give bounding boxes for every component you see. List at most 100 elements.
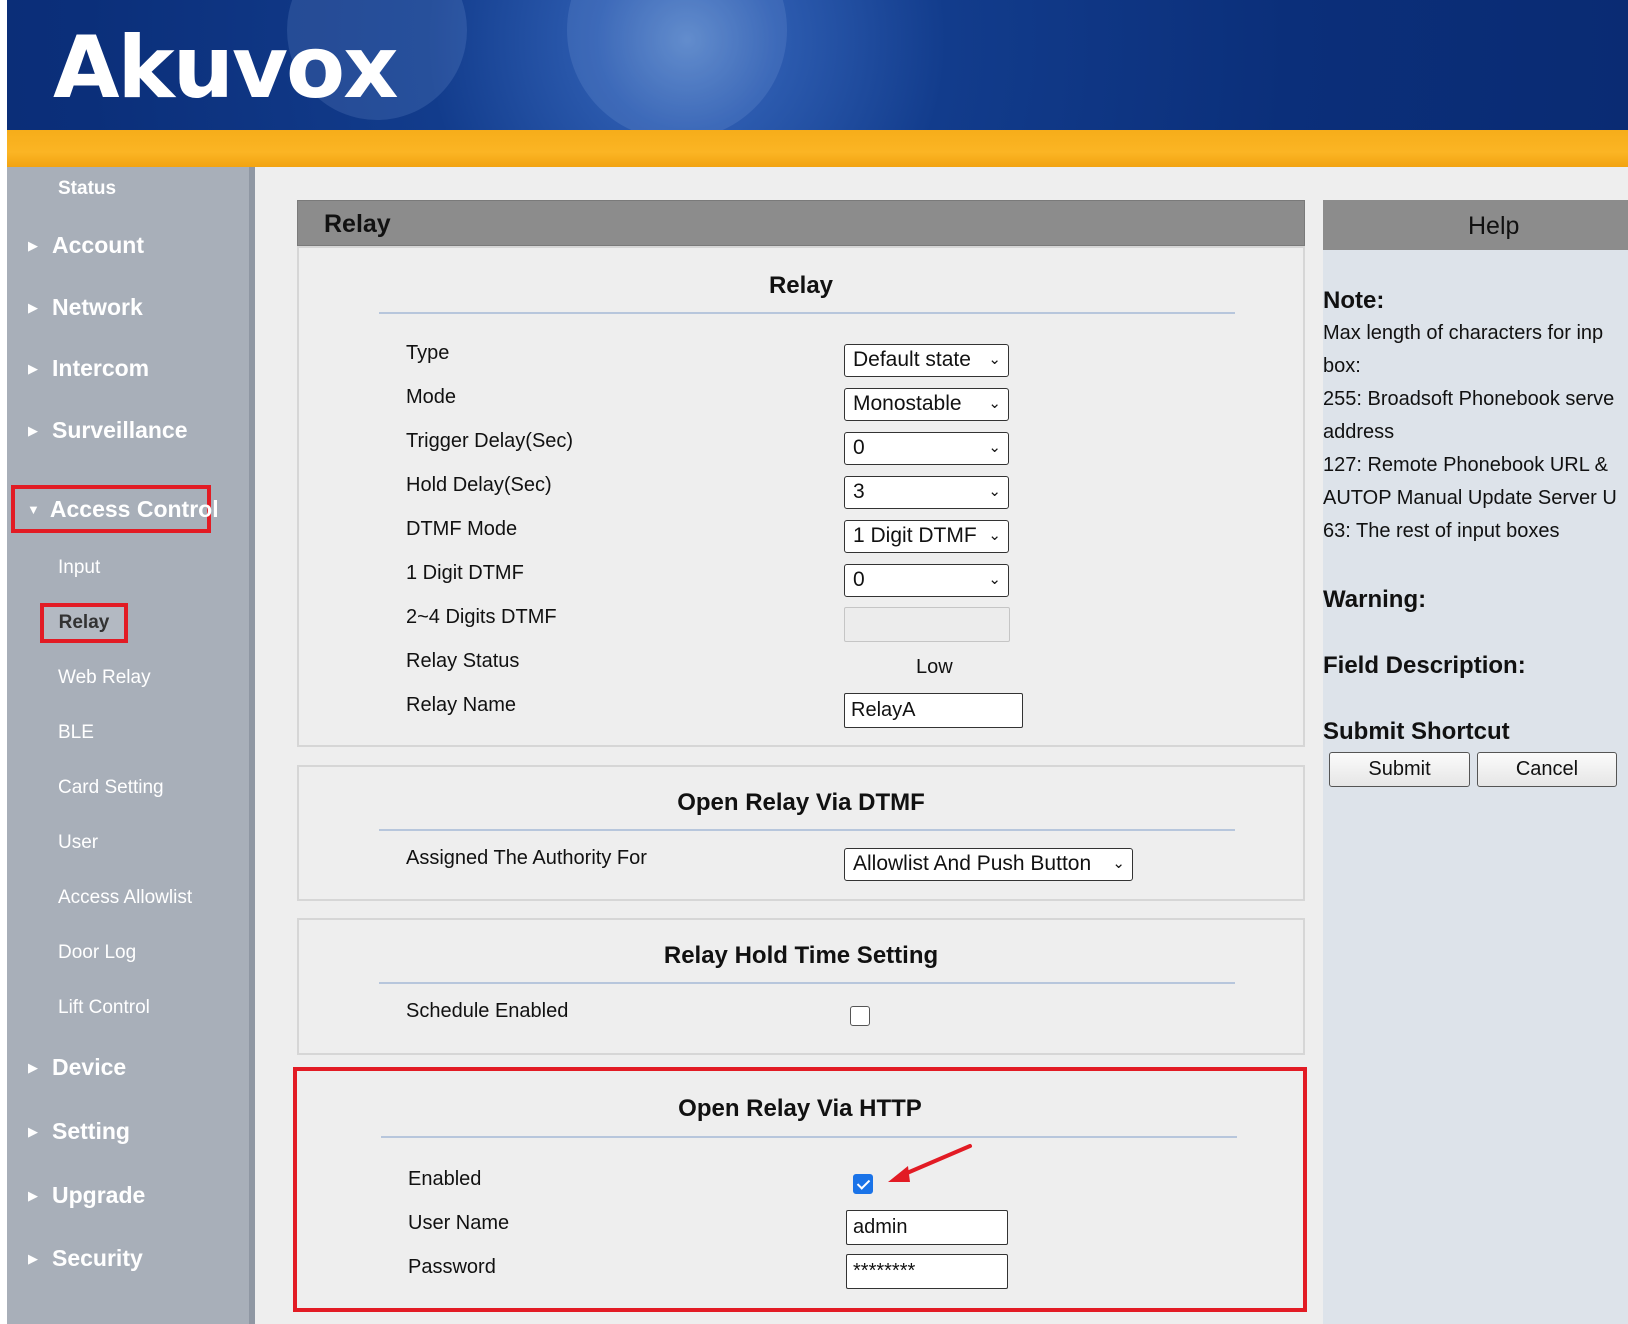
mode-select[interactable]: Monostable ⌄ <box>844 388 1009 421</box>
dtmf-mode-label: DTMF Mode <box>406 518 518 540</box>
chevron-down-icon: ⌄ <box>988 439 1001 456</box>
dtmf-mode-value: 1 Digit DTMF <box>853 524 977 547</box>
nav-sub-door-log[interactable]: Door Log <box>58 942 136 964</box>
authority-select[interactable]: Allowlist And Push Button ⌄ <box>844 848 1133 881</box>
section-divider <box>379 312 1235 314</box>
nav-device[interactable]: ▶ Device <box>28 1054 126 1081</box>
chevron-down-icon: ⌄ <box>1112 855 1125 872</box>
nav-network-label: Network <box>52 294 143 320</box>
relay-name-input[interactable]: RelayA <box>844 693 1023 728</box>
nav-intercom[interactable]: ▶ Intercom <box>28 355 149 382</box>
akuvox-logo: Akuvox <box>53 18 399 118</box>
one-digit-dtmf-value: 0 <box>853 568 865 591</box>
http-section: Open Relay Via HTTP Enabled User Name ad… <box>293 1067 1307 1312</box>
caret-right-icon: ▶ <box>28 422 38 438</box>
hold-delay-label: Hold Delay(Sec) <box>406 474 552 496</box>
caret-right-icon: ▶ <box>28 299 38 315</box>
relay-section: Relay Type Default state ⌄ Mode Monostabl… <box>297 246 1305 747</box>
help-note-line: Max length of characters for inp <box>1323 322 1604 344</box>
nav-surveillance[interactable]: ▶ Surveillance <box>28 417 188 444</box>
nav-upgrade[interactable]: ▶ Upgrade <box>28 1182 145 1209</box>
help-panel <box>1323 250 1628 1324</box>
submit-shortcut-heading: Submit Shortcut <box>1323 718 1510 745</box>
nav-sub-card-setting[interactable]: Card Setting <box>58 777 164 799</box>
page-title-bar: Relay <box>297 200 1305 246</box>
chevron-down-icon: ⌄ <box>988 571 1001 588</box>
page-title: Relay <box>324 210 391 238</box>
password-label: Password <box>408 1256 496 1278</box>
type-select[interactable]: Default state ⌄ <box>844 344 1009 377</box>
red-arrow-icon <box>888 1144 972 1182</box>
relay-status-value: Low <box>916 656 953 678</box>
one-digit-dtmf-select[interactable]: 0 ⌄ <box>844 564 1009 597</box>
hold-delay-select[interactable]: 3 ⌄ <box>844 476 1009 509</box>
help-note-line: 63: The rest of input boxes <box>1323 520 1560 542</box>
help-note-line: 127: Remote Phonebook URL & <box>1323 454 1608 476</box>
password-input[interactable]: ******** <box>846 1254 1008 1289</box>
nav-status[interactable]: Status <box>58 178 116 200</box>
multi-digit-dtmf-input[interactable] <box>844 607 1010 642</box>
note-heading: Note: <box>1323 287 1385 314</box>
caret-down-icon: ▼ <box>27 501 40 517</box>
nav-intercom-label: Intercom <box>52 355 150 381</box>
caret-right-icon: ▶ <box>28 1250 38 1266</box>
help-title: Help <box>1468 212 1520 240</box>
dtmf-section: Open Relay Via DTMF Assigned The Authori… <box>297 765 1305 901</box>
nav-sub-user[interactable]: User <box>58 832 98 854</box>
hold-time-section-title: Relay Hold Time Setting <box>663 942 939 969</box>
banner-glow <box>567 0 787 130</box>
nav-access-control-label: Access Control <box>49 495 219 522</box>
http-enabled-checkbox[interactable] <box>853 1174 873 1194</box>
http-section-title: Open Relay Via HTTP <box>678 1095 922 1122</box>
relay-name-label: Relay Name <box>406 694 517 716</box>
nav-account[interactable]: ▶ Account <box>28 232 144 259</box>
chevron-down-icon: ⌄ <box>988 483 1001 500</box>
nav-sub-access-allowlist[interactable]: Access Allowlist <box>58 887 192 909</box>
hold-delay-value: 3 <box>853 480 865 503</box>
submit-button[interactable]: Submit <box>1329 752 1470 787</box>
authority-select-value: Allowlist And Push Button <box>853 852 1092 875</box>
warning-heading: Warning: <box>1323 586 1427 613</box>
sidebar-nav <box>7 167 255 1324</box>
help-note-line: address <box>1323 421 1395 443</box>
cancel-button[interactable]: Cancel <box>1477 752 1617 787</box>
trigger-delay-value: 0 <box>853 436 865 459</box>
caret-right-icon: ▶ <box>28 1187 38 1203</box>
mode-select-value: Monostable <box>853 392 962 415</box>
chevron-down-icon: ⌄ <box>988 351 1001 368</box>
nav-setting[interactable]: ▶ Setting <box>28 1118 130 1145</box>
help-title-bar: Help <box>1323 200 1628 250</box>
nav-access-control[interactable]: ▼ Access Control <box>11 485 219 533</box>
nav-network[interactable]: ▶ Network <box>28 294 143 321</box>
caret-right-icon: ▶ <box>28 360 38 376</box>
dtmf-mode-select[interactable]: 1 Digit DTMF ⌄ <box>844 520 1009 553</box>
http-enabled-label: Enabled <box>408 1168 482 1190</box>
nav-sub-ble[interactable]: BLE <box>58 722 94 744</box>
schedule-enabled-label: Schedule Enabled <box>406 1000 569 1022</box>
nav-sub-relay[interactable]: Relay <box>40 603 128 643</box>
nav-sub-web-relay[interactable]: Web Relay <box>58 667 151 689</box>
nav-sub-lift-control[interactable]: Lift Control <box>58 997 150 1019</box>
username-label: User Name <box>408 1212 510 1234</box>
dtmf-section-title: Open Relay Via DTMF <box>677 789 925 816</box>
header-band <box>7 130 1628 167</box>
schedule-enabled-checkbox[interactable] <box>850 1006 870 1026</box>
chevron-down-icon: ⌄ <box>988 527 1001 544</box>
mode-label: Mode <box>406 386 457 408</box>
help-note-line: AUTOP Manual Update Server U <box>1323 487 1617 509</box>
caret-right-icon: ▶ <box>28 1059 38 1075</box>
nav-device-label: Device <box>52 1054 127 1080</box>
hold-time-section: Relay Hold Time Setting Schedule Enabled <box>297 918 1305 1055</box>
relay-status-label: Relay Status <box>406 650 520 672</box>
nav-sub-input[interactable]: Input <box>58 557 100 579</box>
nav-security[interactable]: ▶ Security <box>28 1245 143 1272</box>
multi-digit-dtmf-label: 2~4 Digits DTMF <box>406 606 557 628</box>
trigger-delay-select[interactable]: 0 ⌄ <box>844 432 1009 465</box>
type-label: Type <box>406 342 450 364</box>
one-digit-dtmf-label: 1 Digit DTMF <box>406 562 524 584</box>
help-note-line: box: <box>1323 355 1361 377</box>
section-divider <box>381 1136 1237 1138</box>
help-note-line: 255: Broadsoft Phonebook serve <box>1323 388 1615 410</box>
username-input[interactable]: admin <box>846 1210 1008 1245</box>
nav-security-label: Security <box>52 1245 143 1271</box>
